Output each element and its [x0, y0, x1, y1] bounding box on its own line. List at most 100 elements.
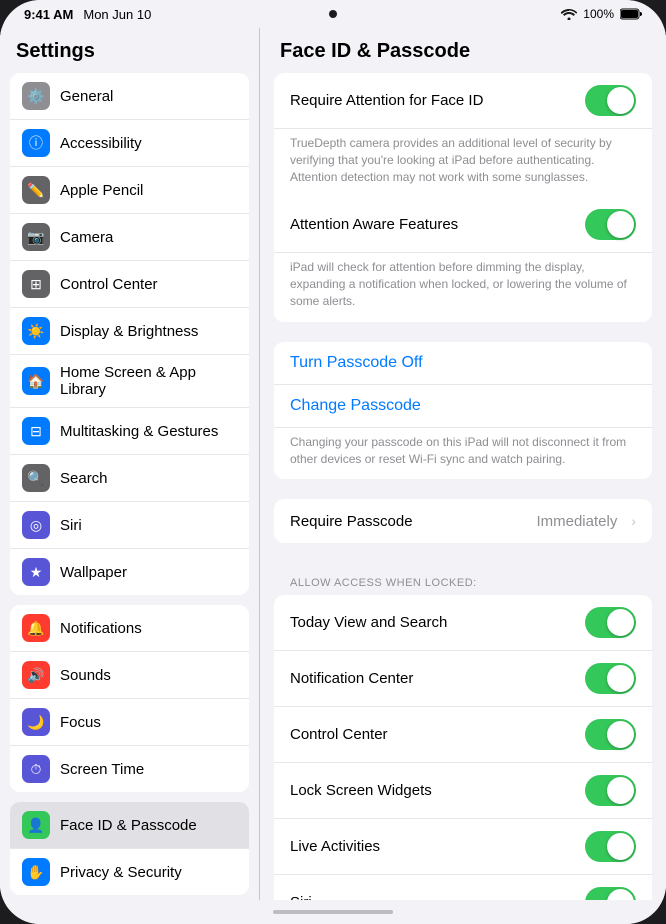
general-icon: ⚙️	[22, 82, 50, 110]
toggle[interactable]	[585, 719, 636, 750]
settings-label-notification-center: Notification Center	[290, 670, 575, 687]
chevron-icon: ›	[631, 513, 636, 529]
sidebar-item-screen-time-label: Screen Time	[60, 761, 237, 778]
device-frame: 9:41 AM Mon Jun 10 100% Settings ⚙️ Gener…	[0, 0, 666, 924]
description-require-attention: TrueDepth camera provides an additional …	[274, 129, 652, 197]
sidebar-item-accessibility[interactable]: ⓘ Accessibility	[10, 120, 249, 167]
camera-icon: 📷	[22, 223, 50, 251]
settings-row-lock-widgets[interactable]: Lock Screen Widgets	[274, 763, 652, 819]
control-center-icon: ⊞	[22, 270, 50, 298]
toggle[interactable]	[585, 887, 636, 900]
sidebar-item-notifications-label: Notifications	[60, 620, 237, 637]
accessibility-icon: ⓘ	[22, 129, 50, 157]
sidebar-item-search[interactable]: 🔍Search	[10, 455, 249, 502]
sidebar-item-multitasking[interactable]: ⊟ Multitasking & Gestures	[10, 408, 249, 455]
settings-row-siri[interactable]: Siri	[274, 875, 652, 900]
sidebar-item-home-screen[interactable]: 🏠 Home Screen & App Library	[10, 355, 249, 408]
sidebar-title: Settings	[0, 28, 259, 73]
sidebar-item-multitasking-label: Multitasking & Gestures	[60, 423, 237, 440]
settings-label-live-activities: Live Activities	[290, 838, 575, 855]
settings-row-attention-aware[interactable]: Attention Aware Features	[274, 197, 652, 253]
status-date: Mon Jun 10	[83, 7, 151, 22]
settings-label-require-attention: Require Attention for Face ID	[290, 92, 575, 109]
sidebar-item-screen-time[interactable]: ⏱ Screen Time	[10, 746, 249, 792]
sidebar-item-search-label: Search	[60, 470, 237, 487]
toggle-knob	[607, 833, 634, 860]
sidebar-item-display-label: Display & Brightness	[60, 323, 237, 340]
multitasking-icon: ⊟	[22, 417, 50, 445]
toggle-knob	[607, 777, 634, 804]
home-bar	[0, 900, 666, 924]
sidebar-item-focus[interactable]: 🌙Focus	[10, 699, 249, 746]
status-time: 9:41 AM	[24, 7, 73, 22]
wallpaper-icon: ★	[22, 558, 50, 586]
top-dot	[329, 10, 337, 18]
settings-label-lock-widgets: Lock Screen Widgets	[290, 782, 575, 799]
section-description-passcode-actions: Changing your passcode on this iPad will…	[274, 428, 652, 480]
right-panel-content: Require Attention for Face ID TrueDepth c…	[260, 73, 666, 900]
sidebar-item-sounds-label: Sounds	[60, 667, 237, 684]
description-attention-aware: iPad will check for attention before dim…	[274, 253, 652, 321]
settings-label-attention-aware: Attention Aware Features	[290, 216, 575, 233]
face-id-icon: 👤	[22, 811, 50, 839]
settings-label-control-center: Control Center	[290, 726, 575, 743]
sounds-icon: 🔊	[22, 661, 50, 689]
toggle[interactable]	[585, 775, 636, 806]
link-turn-off[interactable]: Turn Passcode Off	[274, 342, 652, 385]
privacy-icon: ✋	[22, 858, 50, 886]
battery-icon	[620, 8, 642, 20]
toggle-knob	[607, 721, 634, 748]
settings-group-passcode-actions: Turn Passcode OffChange PasscodeChanging…	[274, 342, 652, 480]
apple-pencil-icon: ✏️	[22, 176, 50, 204]
settings-group-attention: Require Attention for Face ID TrueDepth c…	[274, 73, 652, 322]
toggle[interactable]	[585, 663, 636, 694]
sidebar-item-wallpaper-label: Wallpaper	[60, 564, 237, 581]
right-panel: Face ID & Passcode Require Attention for…	[260, 28, 666, 900]
sidebar-item-siri-label: Siri	[60, 517, 237, 534]
sidebar-item-home-screen-label: Home Screen & App Library	[60, 364, 237, 398]
sidebar-item-sounds[interactable]: 🔊 Sounds	[10, 652, 249, 699]
notifications-icon: 🔔	[22, 614, 50, 642]
sidebar-item-privacy-label: Privacy & Security	[60, 864, 237, 881]
toggle-knob	[607, 889, 634, 900]
settings-row-control-center[interactable]: Control Center	[274, 707, 652, 763]
status-indicators: 100%	[561, 7, 642, 21]
sidebar-item-display[interactable]: ☀️ Display & Brightness	[10, 308, 249, 355]
sidebar-item-wallpaper[interactable]: ★ Wallpaper	[10, 549, 249, 595]
toggle[interactable]	[585, 85, 636, 116]
settings-row-req-passcode: Require PasscodeImmediately›	[274, 499, 652, 543]
sidebar-item-notifications[interactable]: 🔔 Notifications	[10, 605, 249, 652]
sidebar-item-camera-label: Camera	[60, 229, 237, 246]
home-indicator	[273, 910, 393, 914]
settings-row-require-attention[interactable]: Require Attention for Face ID	[274, 73, 652, 129]
settings-row-notification-center[interactable]: Notification Center	[274, 651, 652, 707]
sidebar-item-face-id-label: Face ID & Passcode	[60, 817, 237, 834]
settings-value-req-passcode: Immediately	[536, 513, 617, 530]
screen-time-icon: ⏱	[22, 755, 50, 783]
wifi-icon	[561, 8, 577, 20]
sidebar-item-general[interactable]: ⚙️ General	[10, 73, 249, 120]
sidebar-item-control-center-label: Control Center	[60, 276, 237, 293]
link-change[interactable]: Change Passcode	[274, 385, 652, 428]
sidebar-item-face-id[interactable]: 👤 Face ID & Passcode	[10, 802, 249, 849]
settings-row-today-view[interactable]: Today View and Search	[274, 595, 652, 651]
toggle-knob	[607, 211, 634, 238]
settings-row-live-activities[interactable]: Live Activities	[274, 819, 652, 875]
sidebar-item-general-label: General	[60, 88, 237, 105]
sidebar-item-apple-pencil[interactable]: ✏️Apple Pencil	[10, 167, 249, 214]
toggle[interactable]	[585, 607, 636, 638]
sidebar-item-accessibility-label: Accessibility	[60, 135, 237, 152]
sidebar-group-2: 👤 Face ID & Passcode ✋ Privacy & Security	[10, 802, 249, 895]
sidebar-item-privacy[interactable]: ✋ Privacy & Security	[10, 849, 249, 895]
display-icon: ☀️	[22, 317, 50, 345]
toggle-knob	[607, 87, 634, 114]
toggle[interactable]	[585, 831, 636, 862]
home-screen-icon: 🏠	[22, 367, 50, 395]
right-panel-title: Face ID & Passcode	[260, 28, 666, 73]
sidebar-item-siri[interactable]: ◎Siri	[10, 502, 249, 549]
toggle[interactable]	[585, 209, 636, 240]
content-area: Settings ⚙️ General ⓘ Accessibility ✏️Apple …	[0, 28, 666, 900]
sidebar-item-control-center[interactable]: ⊞ Control Center	[10, 261, 249, 308]
sidebar-item-camera[interactable]: 📷 Camera	[10, 214, 249, 261]
battery-text: 100%	[583, 7, 614, 21]
